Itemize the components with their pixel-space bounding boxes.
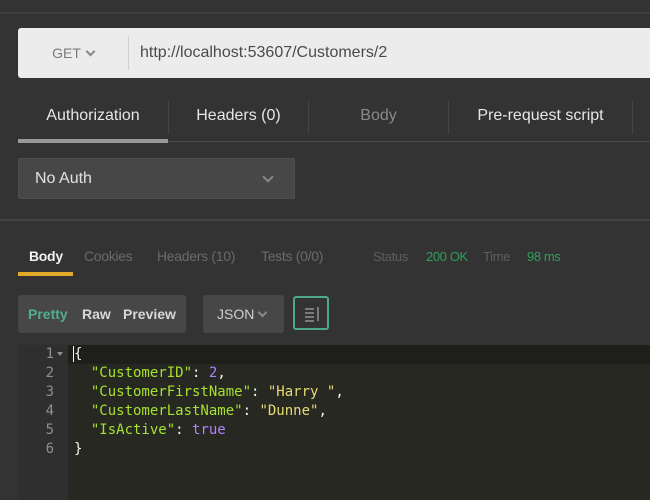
view-label: Raw — [82, 306, 111, 322]
response-tab-cookies[interactable]: Cookies — [84, 244, 133, 268]
request-tabs: Authorization Headers (0) Body Pre-reque… — [18, 96, 650, 143]
chevron-down-icon — [262, 171, 274, 183]
response-body-editor[interactable]: 1 2 3 4 5 6 { "CustomerID": 2, "Customer… — [18, 345, 650, 500]
code-line: "CustomerID": 2, — [90, 365, 226, 381]
tab-authorization[interactable]: Authorization — [18, 96, 168, 136]
fold-arrow-icon[interactable] — [57, 352, 63, 356]
json-comma: , — [318, 403, 327, 419]
response-tab-tests[interactable]: Tests (0/0) — [261, 244, 323, 268]
url-bar: GET — [18, 28, 650, 78]
section-divider — [0, 219, 650, 221]
tab-divider — [632, 100, 633, 134]
json-brace: { — [74, 346, 83, 362]
status-label: Status — [373, 248, 409, 264]
view-mode-group: Pretty Raw Preview — [18, 295, 186, 333]
json-comma: , — [217, 365, 226, 381]
tab-label: Headers (10) — [157, 248, 236, 264]
response-tab-headers[interactable]: Headers (10) — [157, 244, 235, 268]
time-label: Time — [483, 248, 511, 264]
tab-label: Body — [29, 248, 63, 264]
tab-label: Cookies — [84, 248, 133, 264]
code-line: { — [73, 345, 83, 364]
view-raw-button[interactable]: Raw — [82, 295, 111, 333]
view-preview-button[interactable]: Preview — [123, 295, 176, 333]
response-tabs: Body Cookies Headers (10) Tests (0/0) St… — [18, 244, 650, 276]
chevron-down-icon — [85, 46, 96, 56]
active-line-highlight — [68, 345, 650, 364]
json-key: "CustomerLastName" — [90, 403, 243, 419]
json-key: "CustomerID" — [90, 365, 193, 381]
json-key: "IsActive" — [90, 422, 176, 438]
line-number: 4 — [45, 403, 54, 419]
json-value: "Harry " — [267, 384, 336, 400]
tab-body[interactable]: Body — [309, 96, 448, 136]
json-comma: , — [335, 384, 344, 400]
wrap-lines-button[interactable] — [293, 296, 329, 330]
auth-type-select[interactable]: No Auth — [18, 158, 295, 199]
tab-label: Headers (0) — [196, 107, 281, 124]
tab-label: Pre-request script — [477, 107, 604, 124]
view-pretty-button[interactable]: Pretty — [28, 295, 68, 333]
code-line: "IsActive": true — [90, 422, 226, 438]
time-value: 98 ms — [527, 248, 561, 264]
method-label: GET — [52, 45, 81, 61]
line-number: 1 — [45, 346, 54, 362]
tab-pre-request-script[interactable]: Pre-request script — [449, 96, 632, 136]
json-brace: } — [74, 441, 83, 457]
json-value: "Dunne" — [259, 403, 319, 419]
tab-label: Tests (0/0) — [261, 248, 324, 264]
format-select[interactable]: JSON — [203, 295, 284, 333]
active-response-tab-indicator — [18, 272, 73, 276]
line-number: 2 — [45, 365, 54, 381]
postman-window: GET Authorization Headers (0) Body Pre-r… — [0, 0, 650, 500]
url-divider — [128, 36, 129, 70]
json-key: "CustomerFirstName" — [90, 384, 252, 400]
line-number: 5 — [45, 422, 54, 438]
status-value: 200 OK — [426, 248, 468, 264]
code-line: "CustomerLastName": "Dunne", — [90, 403, 327, 419]
code-line: } — [74, 440, 82, 459]
tab-headers[interactable]: Headers (0) — [169, 96, 308, 136]
format-label: JSON — [217, 306, 255, 322]
line-number: 3 — [45, 384, 54, 400]
chevron-down-icon — [257, 307, 268, 317]
auth-type-label: No Auth — [35, 169, 92, 187]
active-tab-indicator — [18, 139, 168, 143]
view-label: Pretty — [28, 306, 68, 322]
url-input[interactable] — [140, 28, 640, 78]
code-line: "CustomerFirstName": "Harry ", — [90, 384, 344, 400]
top-divider — [0, 12, 650, 14]
line-number: 6 — [45, 441, 54, 457]
json-value: true — [192, 422, 226, 438]
tab-label: Body — [360, 107, 397, 124]
method-select[interactable]: GET — [18, 28, 128, 78]
tab-label: Authorization — [46, 107, 140, 124]
view-label: Preview — [123, 306, 176, 322]
response-tab-body[interactable]: Body — [29, 244, 63, 268]
